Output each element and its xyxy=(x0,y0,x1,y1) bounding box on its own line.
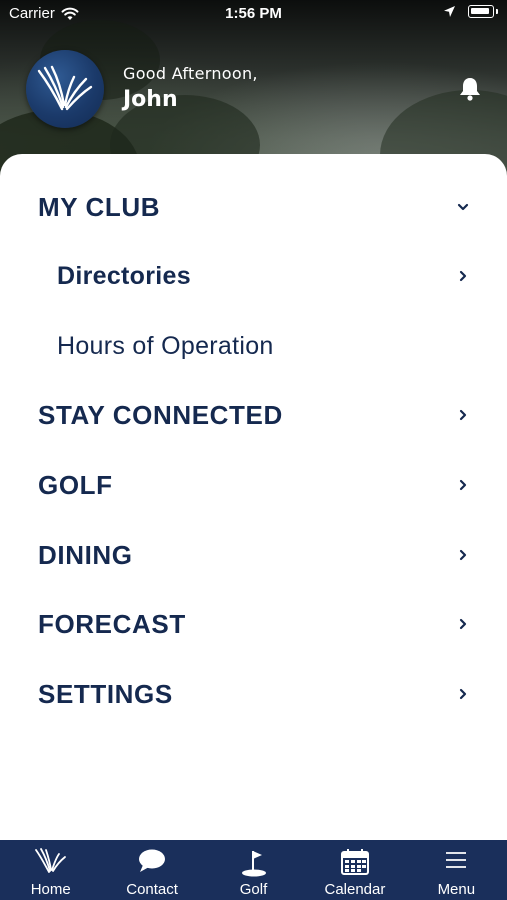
hamburger-menu-icon xyxy=(446,852,467,868)
tab-contact[interactable]: Contact xyxy=(101,840,202,900)
chevron-right-icon xyxy=(459,270,467,282)
club-wings-logo xyxy=(26,50,104,128)
golf-flag-icon xyxy=(241,851,266,877)
club-wings-icon xyxy=(34,848,66,873)
status-time: 1:56 PM xyxy=(225,5,282,22)
menu-item-stay-connected[interactable]: STAY CONNECTED xyxy=(0,390,507,440)
greeting-text: Good Afternoon, xyxy=(123,64,258,83)
calendar-icon xyxy=(340,849,369,875)
chevron-right-icon xyxy=(459,688,467,700)
menu-item-dining[interactable]: DINING xyxy=(0,530,507,580)
battery-icon xyxy=(468,5,494,18)
chevron-right-icon xyxy=(459,409,467,421)
menu-item-label: STAY CONNECTED xyxy=(38,399,283,430)
tab-menu[interactable]: Menu xyxy=(406,840,507,900)
menu-item-label: SETTINGS xyxy=(38,678,173,709)
chevron-right-icon xyxy=(459,549,467,561)
status-bar: Carrier 1:56 PM xyxy=(0,0,507,28)
menu-item-label: DINING xyxy=(38,539,133,570)
bottom-tab-bar: Home Contact Golf Calendar Menu xyxy=(0,840,507,900)
tab-label: Golf xyxy=(239,881,268,898)
tab-home[interactable]: Home xyxy=(0,840,101,900)
menu-item-label: Hours of Operation xyxy=(57,331,274,360)
menu-item-forecast[interactable]: FORECAST xyxy=(0,599,507,649)
chat-bubble-icon xyxy=(139,849,166,872)
menu-item-settings[interactable]: SETTINGS xyxy=(0,669,507,719)
menu-item-directories[interactable]: Directories xyxy=(0,251,507,301)
menu-item-label: FORECAST xyxy=(38,608,186,639)
tab-label: Home xyxy=(30,881,71,898)
tab-calendar[interactable]: Calendar xyxy=(304,840,405,900)
menu-item-hours-of-operation[interactable]: Hours of Operation xyxy=(0,321,507,371)
menu-item-golf[interactable]: GOLF xyxy=(0,460,507,510)
tab-golf[interactable]: Golf xyxy=(203,840,304,900)
menu-sheet: MY CLUB Directories Hours of Operation S… xyxy=(0,154,507,840)
tab-label: Calendar xyxy=(324,881,386,898)
battery-tip xyxy=(496,9,498,14)
greeting-block: Good Afternoon, John xyxy=(123,64,258,112)
chevron-right-icon xyxy=(459,618,467,630)
tab-label: Contact xyxy=(126,881,178,898)
location-arrow-icon xyxy=(444,6,455,17)
tab-label: Menu xyxy=(437,881,476,898)
menu-item-label: MY CLUB xyxy=(38,191,161,222)
menu-item-my-club[interactable]: MY CLUB xyxy=(0,182,507,232)
chevron-right-icon xyxy=(459,479,467,491)
user-name: John xyxy=(123,87,178,112)
chevron-down-icon xyxy=(457,203,469,211)
bell-icon[interactable] xyxy=(458,76,482,102)
menu-item-label: GOLF xyxy=(38,469,113,500)
menu-item-label: Directories xyxy=(57,261,191,290)
